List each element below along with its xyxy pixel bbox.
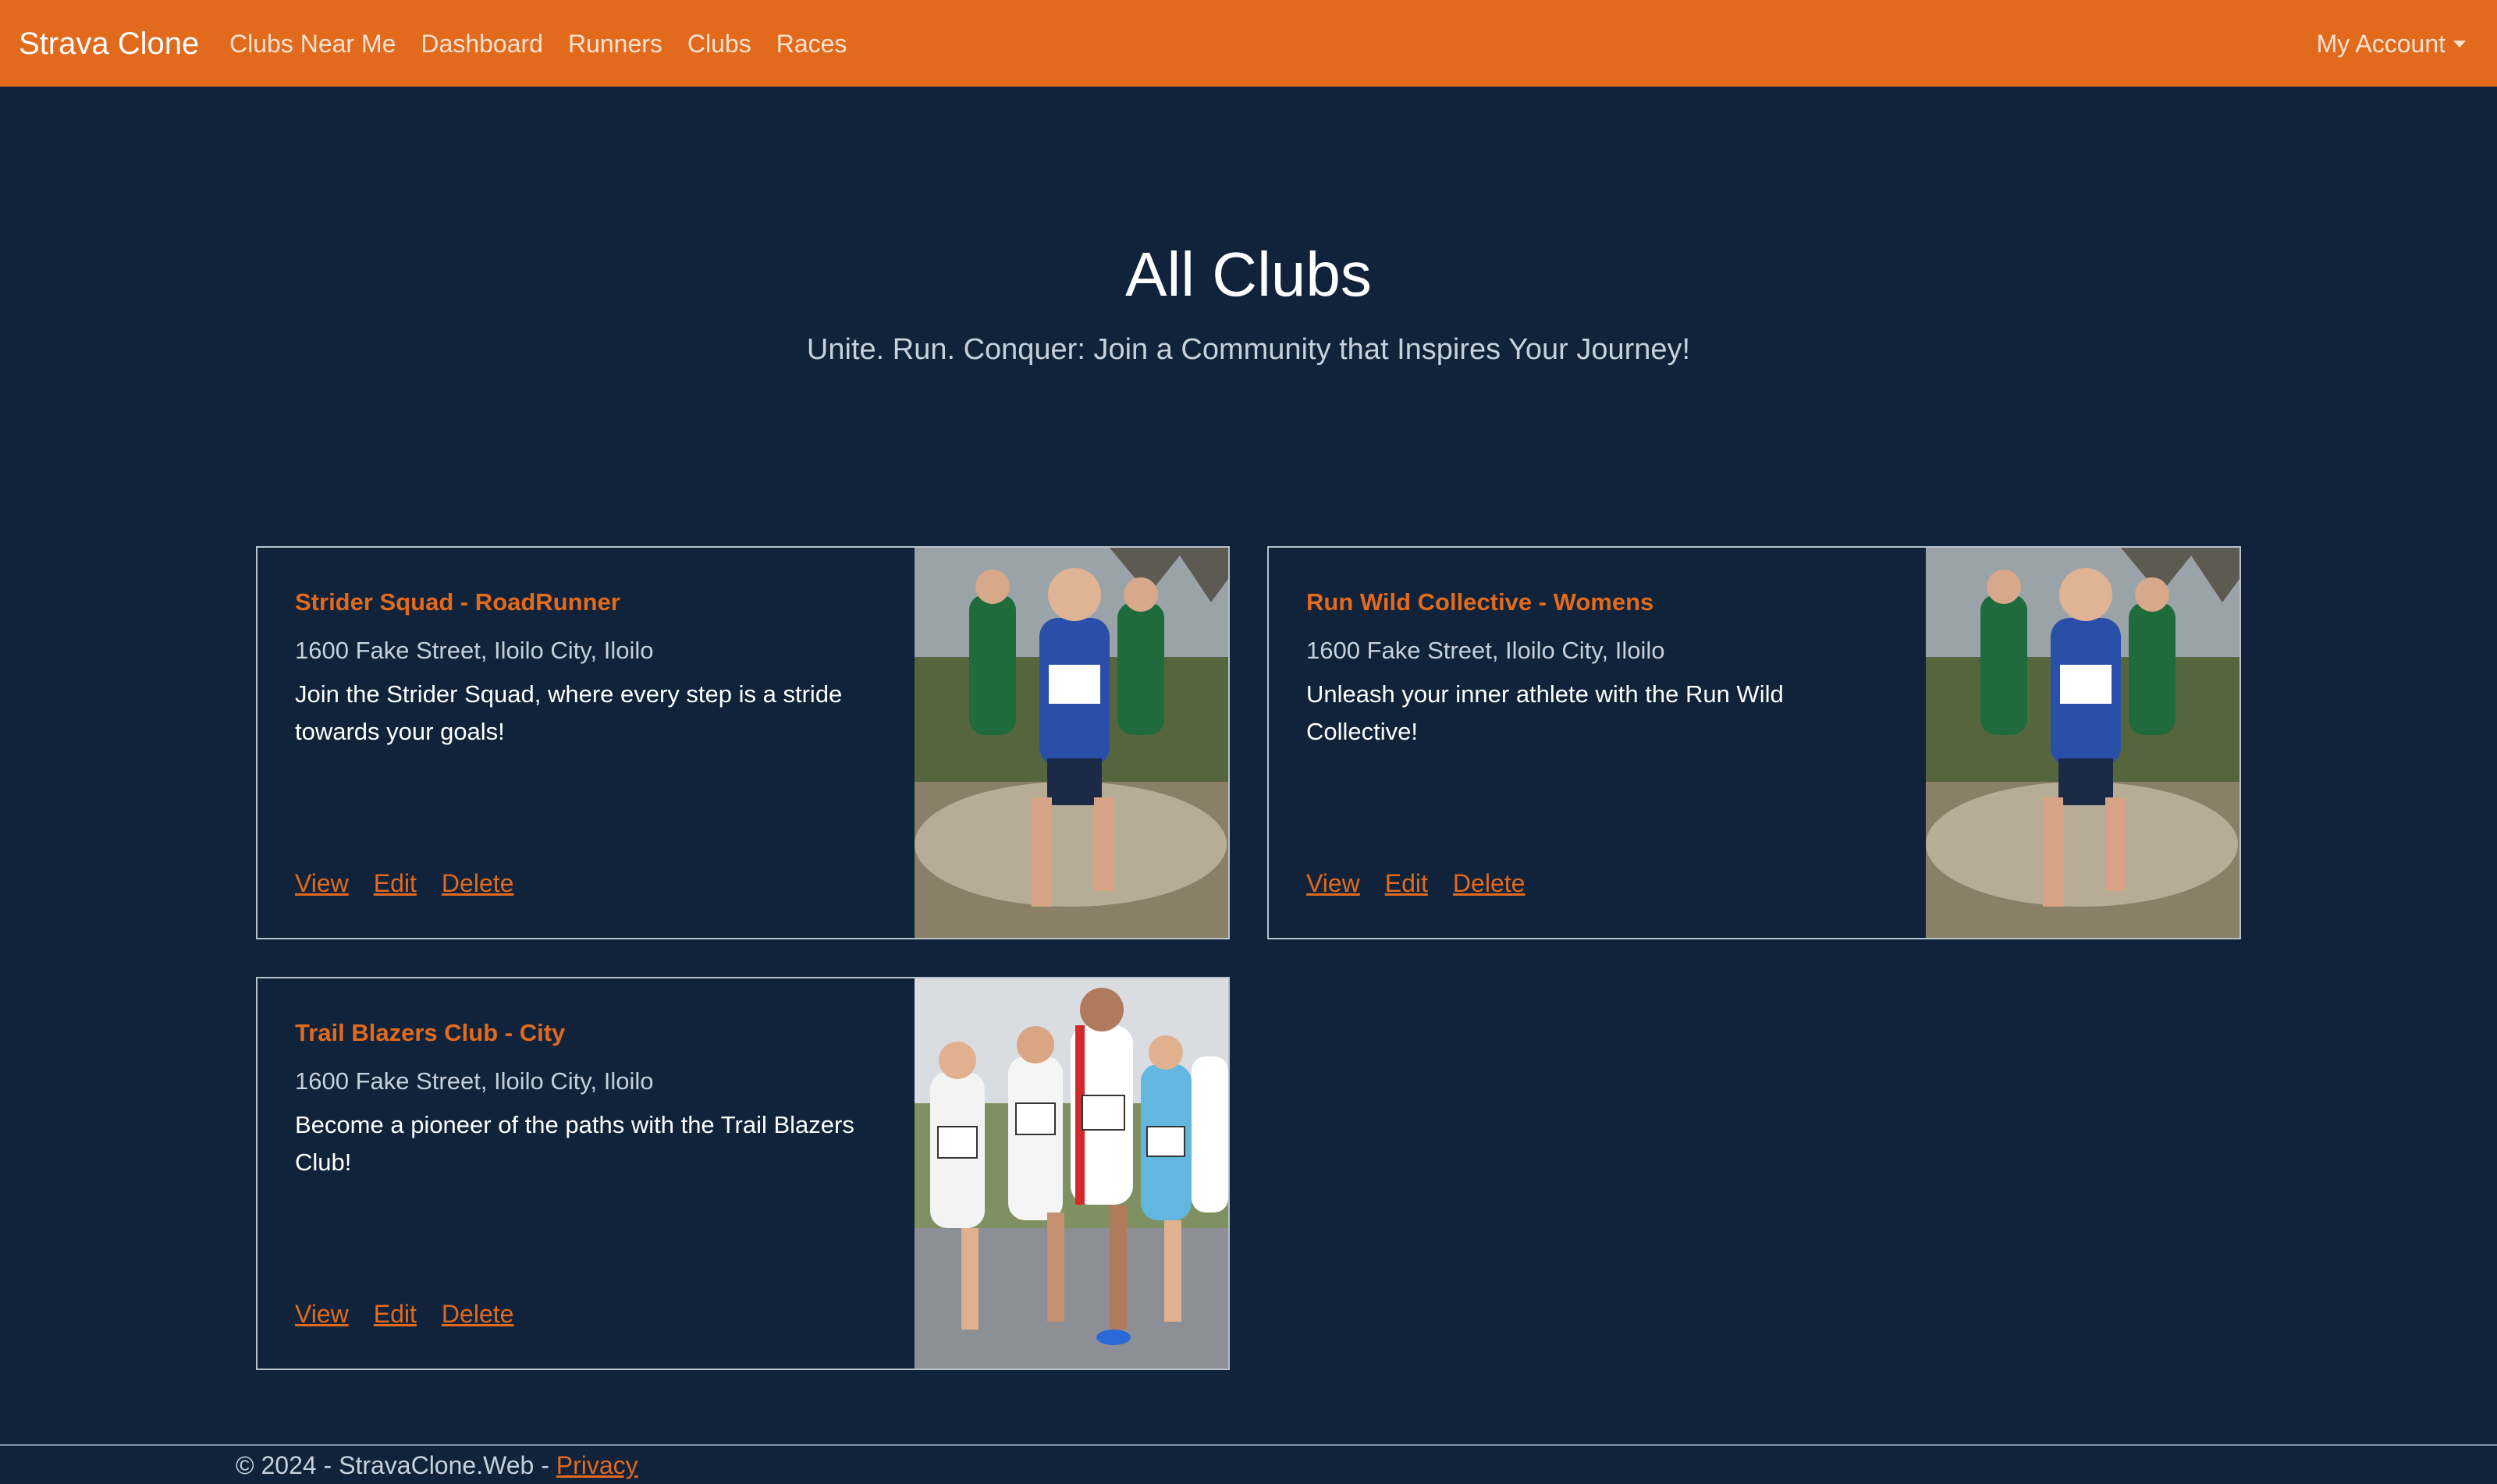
footer-divider — [0, 1444, 2497, 1446]
club-card: Strider Squad - RoadRunner 1600 Fake Str… — [256, 546, 1230, 939]
delete-link[interactable]: Delete — [442, 1297, 514, 1331]
club-card: Trail Blazers Club - City 1600 Fake Stre… — [256, 977, 1230, 1370]
club-actions: View Edit Delete — [295, 1297, 538, 1331]
club-address: 1600 Fake Street, Iloilo City, Iloilo — [295, 637, 654, 664]
runners-splashing-image — [915, 548, 1228, 938]
club-title: Strider Squad - RoadRunner — [295, 588, 620, 616]
club-address: 1600 Fake Street, Iloilo City, Iloilo — [1306, 637, 1665, 664]
caret-down-icon — [2453, 40, 2466, 48]
club-description: Become a pioneer of the paths with the T… — [295, 1111, 854, 1176]
road-race-runners-image — [915, 978, 1228, 1369]
page-title: All Clubs — [1125, 240, 1372, 309]
nav-link-races[interactable]: Races — [776, 25, 847, 62]
club-title: Trail Blazers Club - City — [295, 1019, 566, 1046]
view-link[interactable]: View — [295, 1297, 349, 1331]
club-description: Join the Strider Squad, where every step… — [295, 680, 843, 745]
club-actions: View Edit Delete — [1306, 866, 1550, 900]
copyright-text: © 2024 - StravaClone.Web - — [236, 1451, 556, 1479]
club-photo — [915, 978, 1228, 1369]
edit-link[interactable]: Edit — [374, 866, 417, 900]
club-title: Run Wild Collective - Womens — [1306, 588, 1654, 616]
edit-link[interactable]: Edit — [374, 1297, 417, 1331]
page-subtitle: Unite. Run. Conquer: Join a Community th… — [806, 333, 1691, 366]
club-card-body: Trail Blazers Club - City 1600 Fake Stre… — [295, 1016, 872, 1344]
runners-splashing-image — [1926, 548, 2239, 938]
delete-link[interactable]: Delete — [1453, 866, 1526, 900]
view-link[interactable]: View — [1306, 866, 1360, 900]
my-account-dropdown[interactable]: My Account — [2317, 25, 2466, 62]
view-link[interactable]: View — [295, 866, 349, 900]
top-navbar: Strava Clone Clubs Near Me Dashboard Run… — [0, 0, 2497, 87]
club-photo — [915, 548, 1228, 938]
club-address: 1600 Fake Street, Iloilo City, Iloilo — [295, 1067, 654, 1095]
nav-link-clubs[interactable]: Clubs — [687, 25, 751, 62]
club-actions: View Edit Delete — [295, 866, 538, 900]
brand-link[interactable]: Strava Clone — [19, 22, 199, 66]
privacy-link[interactable]: Privacy — [556, 1451, 638, 1479]
nav-link-runners[interactable]: Runners — [568, 25, 662, 62]
club-card-body: Run Wild Collective - Womens 1600 Fake S… — [1306, 585, 1884, 913]
club-photo — [1926, 548, 2239, 938]
delete-link[interactable]: Delete — [442, 866, 514, 900]
edit-link[interactable]: Edit — [1385, 866, 1428, 900]
my-account-label: My Account — [2316, 30, 2445, 58]
club-card: Run Wild Collective - Womens 1600 Fake S… — [1267, 546, 2241, 939]
club-description: Unleash your inner athlete with the Run … — [1306, 680, 1784, 745]
nav-link-dashboard[interactable]: Dashboard — [421, 25, 543, 62]
nav-links: Clubs Near Me Dashboard Runners Clubs Ra… — [229, 25, 872, 62]
nav-link-clubs-near-me[interactable]: Clubs Near Me — [229, 25, 396, 62]
footer: © 2024 - StravaClone.Web - Privacy — [236, 1448, 638, 1482]
club-card-body: Strider Squad - RoadRunner 1600 Fake Str… — [295, 585, 872, 913]
